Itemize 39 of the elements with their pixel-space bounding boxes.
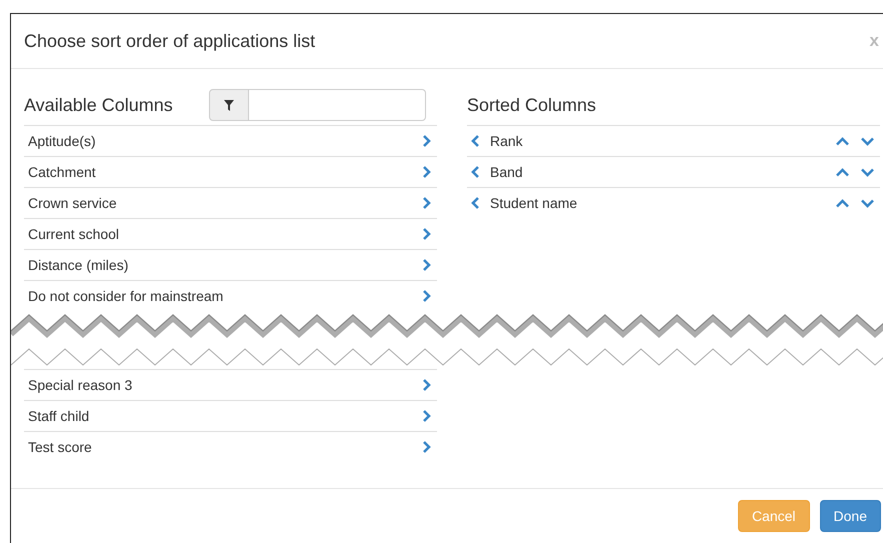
cancel-button[interactable]: Cancel (738, 500, 810, 532)
column-name: Catchment (28, 164, 97, 180)
done-button[interactable]: Done (820, 500, 881, 532)
column-name: Distance (miles) (28, 257, 130, 273)
column-name: Special reason 3 (28, 377, 134, 393)
chevron-right-icon[interactable] (422, 410, 431, 422)
chevron-right-icon[interactable] (422, 259, 431, 271)
column-name: Test score (28, 439, 93, 455)
chevron-right-icon[interactable] (422, 135, 431, 147)
chevron-down-icon[interactable] (861, 136, 874, 146)
available-columns-heading: Available Columns (24, 94, 173, 116)
chevron-left-icon[interactable] (471, 197, 480, 209)
column-name: Do not consider for mainstream (28, 288, 224, 304)
dialog-title: Choose sort order of applications list (24, 30, 316, 52)
filter-field[interactable] (248, 89, 426, 121)
chevron-down-icon[interactable] (861, 168, 874, 176)
column-name: Band (490, 164, 524, 180)
column-name: Aptitude(s) (28, 133, 97, 149)
chevron-up-icon[interactable] (836, 168, 849, 176)
column-name: Rank (490, 133, 524, 149)
close-button[interactable]: x (866, 31, 883, 51)
chevron-right-icon[interactable] (422, 441, 431, 453)
chevron-up-icon[interactable] (836, 136, 849, 146)
chevron-right-icon[interactable] (422, 290, 431, 302)
chevron-left-icon[interactable] (471, 135, 480, 147)
column-name: Staff child (28, 408, 90, 424)
chevron-left-icon[interactable] (471, 166, 480, 178)
sorted-columns-heading: Sorted Columns (467, 94, 596, 116)
column-name: Current school (28, 226, 120, 242)
chevron-right-icon[interactable] (422, 166, 431, 178)
chevron-down-icon[interactable] (861, 198, 874, 208)
chevron-right-icon[interactable] (422, 197, 431, 209)
chevron-right-icon[interactable] (422, 228, 431, 240)
filter-button[interactable] (208, 89, 249, 121)
chevron-up-icon[interactable] (836, 198, 849, 208)
chevron-right-icon[interactable] (422, 379, 431, 391)
column-name: Student name (490, 195, 578, 211)
filter-icon (224, 100, 234, 110)
column-name: Crown service (28, 195, 118, 211)
